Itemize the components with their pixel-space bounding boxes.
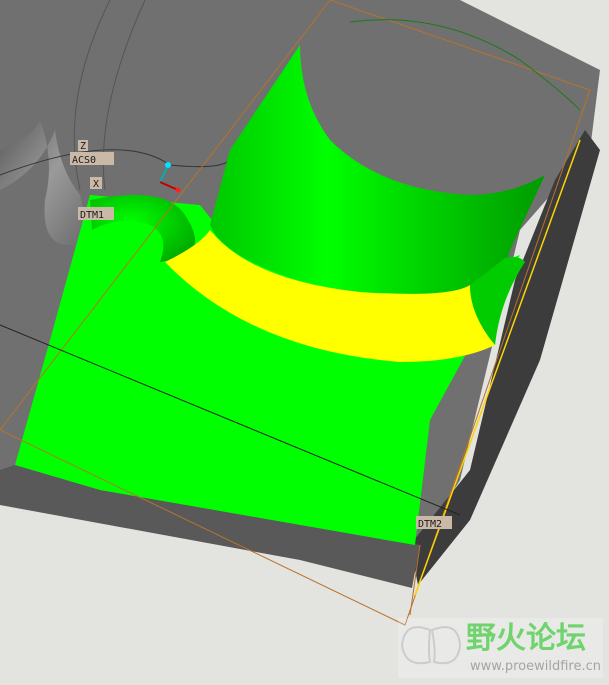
watermark-text: 野火论坛 [466,621,586,656]
model-viewport[interactable]: ACS0 Z X DTM1 DTM2 野火论坛 www.proewildfire… [0,0,609,685]
dtm2-label[interactable]: DTM2 [416,516,452,530]
csys-axis-x-tip [175,187,181,193]
dtm1-label[interactable]: DTM1 [78,207,114,221]
forum-watermark: 野火论坛 www.proewildfire.cn [398,618,603,678]
csys-z-label[interactable]: Z [78,140,88,152]
watermark-url: www.proewildfire.cn [470,659,601,674]
model-scene[interactable]: ACS0 Z X DTM1 DTM2 野火论坛 www.proewildfire… [0,0,609,685]
csys-z-label-text: Z [80,141,86,152]
csys-axis-y-tip [165,162,171,168]
csys-x-label-text: X [93,179,99,190]
csys-label-text: ACS0 [72,155,96,166]
csys-label[interactable]: ACS0 [70,152,114,166]
dtm2-label-text: DTM2 [418,519,442,530]
dtm1-label-text: DTM1 [80,210,104,221]
csys-x-label[interactable]: X [90,177,102,190]
